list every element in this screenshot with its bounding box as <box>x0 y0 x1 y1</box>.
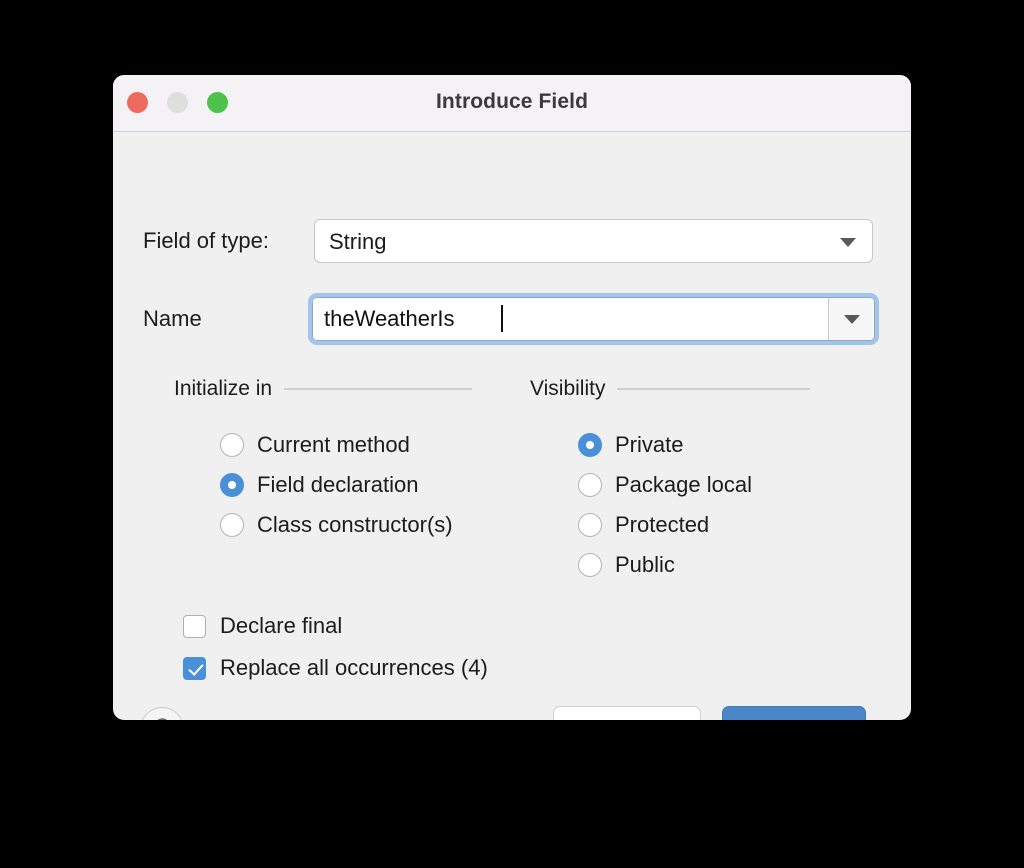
help-button[interactable]: ? <box>140 707 184 720</box>
radio-icon <box>220 433 244 457</box>
field-name-input[interactable]: theWeatherIs <box>313 298 828 340</box>
initialize-in-radio-group: Current method Field declaration Class c… <box>220 425 453 545</box>
check-icon <box>183 657 206 680</box>
field-name-value: theWeatherIs <box>324 306 454 332</box>
radio-private[interactable]: Private <box>578 425 752 465</box>
checkbox-label: Declare final <box>220 613 342 639</box>
options-checkbox-group: Declare final Replace all occurrences (4… <box>183 605 488 689</box>
field-type-value: String <box>329 229 386 255</box>
dialog-titlebar: Introduce Field <box>113 75 911 132</box>
radio-icon-selected <box>220 473 244 497</box>
group-separator <box>284 388 472 390</box>
field-name-label: Name <box>143 306 202 332</box>
field-type-row: Field of type: String <box>113 219 911 263</box>
dialog-title: Introduce Field <box>113 90 911 114</box>
initialize-in-group-header: Initialize in <box>174 377 472 401</box>
initialize-in-title: Initialize in <box>174 377 272 401</box>
field-name-dropdown-button[interactable] <box>828 298 874 340</box>
visibility-title: Visibility <box>530 377 605 401</box>
text-caret <box>501 305 503 332</box>
radio-icon-selected <box>578 433 602 457</box>
group-separator <box>617 388 810 390</box>
field-name-row: Name theWeatherIs <box>113 293 911 345</box>
radio-label: Public <box>615 552 675 578</box>
dialog-body: Field of type: String Name theWeatherIs <box>113 132 911 720</box>
chevron-down-icon <box>844 315 860 324</box>
radio-icon <box>578 513 602 537</box>
cancel-button[interactable]: Cancel <box>553 706 701 720</box>
field-type-label: Field of type: <box>143 228 269 254</box>
visibility-group-header: Visibility <box>530 377 810 401</box>
radio-current-method[interactable]: Current method <box>220 425 453 465</box>
radio-class-constructors[interactable]: Class constructor(s) <box>220 505 453 545</box>
radio-label: Field declaration <box>257 472 418 498</box>
radio-field-declaration[interactable]: Field declaration <box>220 465 453 505</box>
radio-icon <box>578 473 602 497</box>
radio-label: Private <box>615 432 683 458</box>
introduce-field-dialog: Introduce Field Field of type: String Na… <box>113 75 911 720</box>
radio-label: Current method <box>257 432 410 458</box>
chevron-down-icon <box>840 238 856 247</box>
radio-icon <box>220 513 244 537</box>
radio-package-local[interactable]: Package local <box>578 465 752 505</box>
checkbox-label: Replace all occurrences (4) <box>220 655 488 681</box>
checkbox-declare-final[interactable]: Declare final <box>183 605 488 647</box>
radio-label: Package local <box>615 472 752 498</box>
radio-icon <box>578 553 602 577</box>
ok-button[interactable]: OK <box>722 706 866 720</box>
field-name-combobox[interactable]: theWeatherIs <box>308 293 879 345</box>
radio-public[interactable]: Public <box>578 545 752 585</box>
radio-label: Protected <box>615 512 709 538</box>
checkbox-icon <box>183 615 206 638</box>
checkbox-replace-all-occurrences[interactable]: Replace all occurrences (4) <box>183 647 488 689</box>
field-type-combobox[interactable]: String <box>314 219 873 263</box>
radio-protected[interactable]: Protected <box>578 505 752 545</box>
visibility-radio-group: Private Package local Protected Public <box>578 425 752 585</box>
radio-label: Class constructor(s) <box>257 512 453 538</box>
